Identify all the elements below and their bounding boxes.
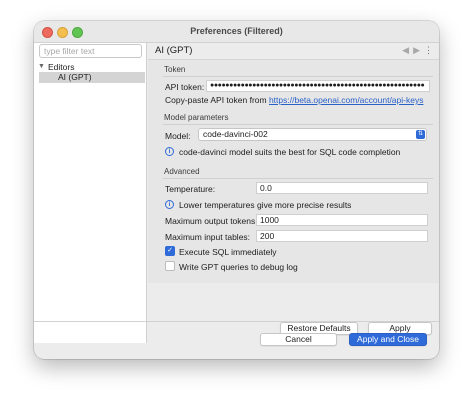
- temperature-field[interactable]: 0.0: [256, 182, 428, 194]
- apply-and-close-button[interactable]: Apply and Close: [349, 333, 427, 346]
- execute-sql-label: Execute SQL immediately: [179, 247, 277, 257]
- tree-item-editors[interactable]: ▼ Editors: [38, 61, 74, 72]
- temperature-label: Temperature:: [165, 184, 216, 194]
- preferences-window: Preferences (Filtered) ▼ Editors AI (GPT…: [34, 21, 439, 359]
- advanced-group-divider: [163, 178, 433, 179]
- title-bar: Preferences (Filtered): [34, 21, 439, 43]
- advanced-group-label: Advanced: [164, 167, 200, 176]
- forward-icon[interactable]: ▶: [413, 45, 420, 56]
- api-token-label: API token:: [165, 82, 205, 92]
- footer-separator: [34, 321, 439, 322]
- chevron-updown-icon: ⇅: [416, 130, 425, 139]
- model-group-label: Model parameters: [164, 113, 229, 122]
- model-group-divider: [163, 124, 433, 125]
- api-token-help-text: Copy-paste API token from: [165, 95, 267, 105]
- temperature-info-text: Lower temperatures give more precise res…: [179, 200, 352, 210]
- chevron-down-icon[interactable]: ▼: [38, 63, 48, 70]
- model-select[interactable]: code-davinci-002 ⇅: [198, 128, 427, 141]
- model-label: Model:: [165, 131, 191, 141]
- token-group-divider: [163, 76, 433, 77]
- nav-controls: ◀ ▶ ⋮: [402, 45, 433, 56]
- tree-item-editors-label: Editors: [48, 61, 75, 72]
- back-icon[interactable]: ◀: [402, 45, 409, 56]
- menu-icon[interactable]: ⋮: [424, 45, 433, 56]
- api-token-help: Copy-paste API token from https://beta.o…: [165, 95, 423, 105]
- api-keys-link[interactable]: https://beta.openai.com/account/api-keys: [269, 95, 424, 105]
- execute-sql-checkbox[interactable]: ✓: [165, 246, 175, 256]
- debug-log-label: Write GPT queries to debug log: [179, 262, 298, 272]
- api-token-field[interactable]: ●●●●●●●●●●●●●●●●●●●●●●●●●●●●●●●●●●●●●●●●…: [206, 80, 430, 92]
- tree-item-ai-gpt[interactable]: AI (GPT): [39, 72, 145, 83]
- model-select-value: code-davinci-002: [203, 129, 268, 139]
- model-info-text: code-davinci model suits the best for SQ…: [179, 147, 401, 157]
- max-input-field[interactable]: 200: [256, 230, 428, 242]
- page-title: AI (GPT): [155, 45, 193, 56]
- sidebar: ▼ Editors AI (GPT): [34, 43, 147, 343]
- info-icon: i: [165, 200, 174, 209]
- max-output-label: Maximum output tokens:: [165, 216, 258, 226]
- debug-log-checkbox[interactable]: [165, 261, 175, 271]
- max-input-label: Maximum input tables:: [165, 232, 251, 242]
- cancel-button[interactable]: Cancel: [260, 333, 337, 346]
- token-group-label: Token: [164, 65, 186, 74]
- window-title: Preferences (Filtered): [190, 26, 283, 36]
- filter-input[interactable]: [39, 44, 142, 58]
- info-icon: i: [165, 147, 174, 156]
- max-output-field[interactable]: 1000: [256, 214, 428, 226]
- main-panel: AI (GPT) ◀ ▶ ⋮ Token API token: ●●●●●●●●…: [148, 43, 439, 343]
